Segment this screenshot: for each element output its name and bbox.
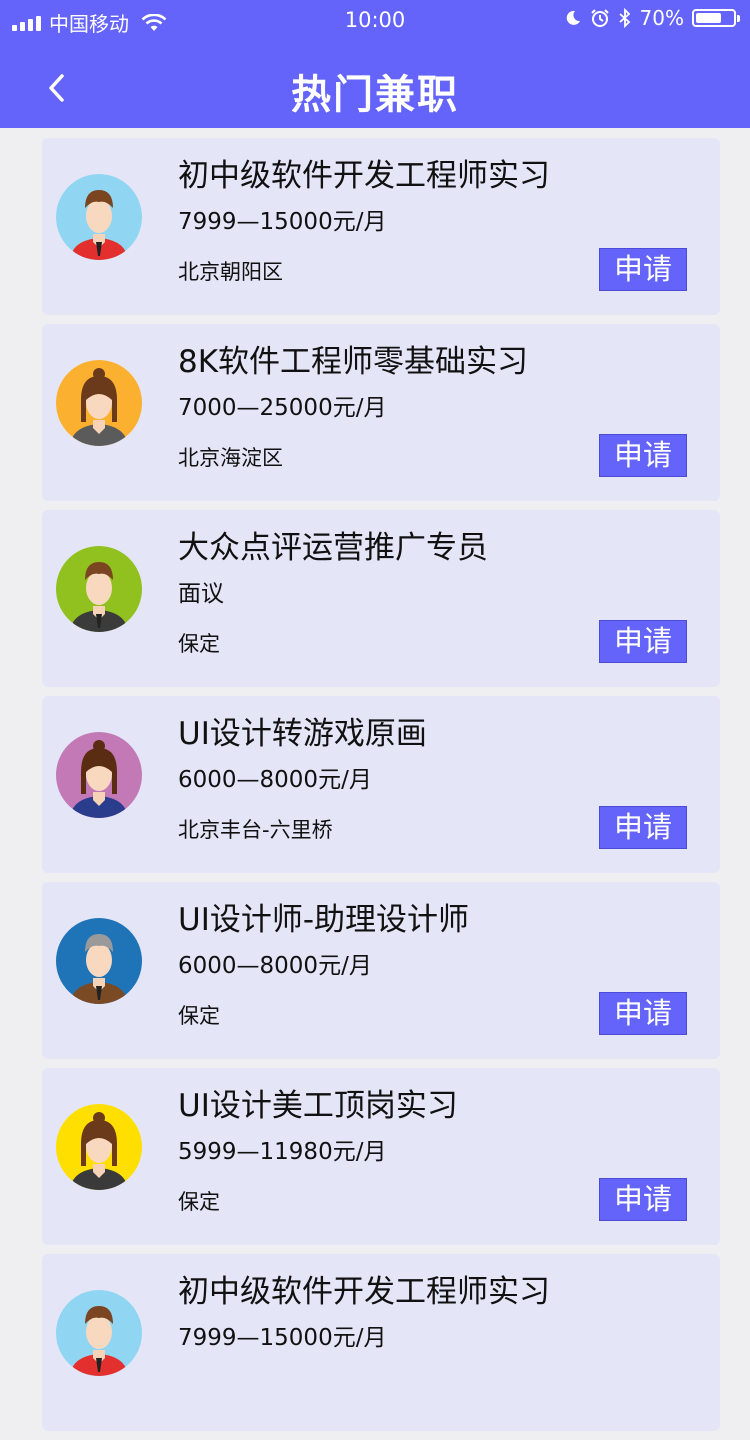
job-salary: 7999—15000元/月 <box>178 209 387 235</box>
apply-button[interactable]: 申请 <box>599 806 687 849</box>
job-card[interactable]: 大众点评运营推广专员 面议 保定 申请 <box>42 510 720 687</box>
avatar <box>56 1104 142 1190</box>
apply-button[interactable]: 申请 <box>599 1178 687 1221</box>
job-location: 北京海淀区 <box>178 446 283 470</box>
page-title: 热门兼职 <box>291 72 459 118</box>
avatar <box>56 546 142 632</box>
job-card[interactable]: UI设计美工顶岗实习 5999—11980元/月 保定 申请 <box>42 1068 720 1245</box>
job-location: 保定 <box>178 1190 220 1214</box>
job-list: 初中级软件开发工程师实习 7999—15000元/月 北京朝阳区 申请 8K软件… <box>42 138 720 1440</box>
job-card[interactable]: 初中级软件开发工程师实习 7999—15000元/月 <box>42 1254 720 1431</box>
job-location: 北京朝阳区 <box>178 260 283 284</box>
female-avatar-icon <box>70 1112 128 1190</box>
app-header: 中国移动 10:00 70% 热门兼职 <box>0 0 750 128</box>
apply-button[interactable]: 申请 <box>599 620 687 663</box>
bluetooth-icon <box>618 8 630 28</box>
alarm-icon <box>590 9 609 27</box>
job-title: 大众点评运营推广专员 <box>178 530 488 566</box>
job-title: 8K软件工程师零基础实习 <box>178 344 529 380</box>
status-bar: 中国移动 10:00 70% <box>0 0 750 40</box>
job-card[interactable]: UI设计转游戏原画 6000—8000元/月 北京丰台-六里桥 申请 <box>42 696 720 873</box>
male-avatar-icon <box>70 1306 128 1376</box>
battery-percent: 70% <box>639 6 684 30</box>
female-avatar-icon <box>70 740 128 818</box>
male-avatar-icon <box>70 934 128 1004</box>
job-title: 初中级软件开发工程师实习 <box>178 158 550 194</box>
job-card[interactable]: UI设计师-助理设计师 6000—8000元/月 保定 申请 <box>42 882 720 1059</box>
avatar <box>56 918 142 1004</box>
job-title: UI设计美工顶岗实习 <box>178 1088 458 1124</box>
moon-icon <box>566 10 580 25</box>
job-salary: 6000—8000元/月 <box>178 953 372 979</box>
male-avatar-icon <box>70 562 128 632</box>
job-salary: 6000—8000元/月 <box>178 767 372 793</box>
avatar <box>56 732 142 818</box>
job-location: 北京丰台-六里桥 <box>178 818 333 842</box>
avatar <box>56 1290 142 1376</box>
status-right: 70% <box>564 6 740 30</box>
apply-button[interactable]: 申请 <box>599 248 687 291</box>
avatar <box>56 360 142 446</box>
job-card[interactable]: 初中级软件开发工程师实习 7999—15000元/月 北京朝阳区 申请 <box>42 138 720 315</box>
job-location: 保定 <box>178 632 220 656</box>
avatar <box>56 174 142 260</box>
job-card[interactable]: 8K软件工程师零基础实习 7000—25000元/月 北京海淀区 申请 <box>42 324 720 501</box>
job-title: UI设计转游戏原画 <box>178 716 427 752</box>
job-salary: 7999—15000元/月 <box>178 1325 387 1351</box>
job-salary: 5999—11980元/月 <box>178 1139 387 1165</box>
job-title: UI设计师-助理设计师 <box>178 902 470 938</box>
job-salary: 7000—25000元/月 <box>178 395 387 421</box>
male-avatar-icon <box>70 190 128 260</box>
apply-button[interactable]: 申请 <box>599 434 687 477</box>
battery-icon <box>692 9 740 27</box>
battery-fill <box>696 13 722 23</box>
job-salary: 面议 <box>178 581 224 607</box>
job-location: 保定 <box>178 1004 220 1028</box>
female-avatar-icon <box>70 368 128 446</box>
job-title: 初中级软件开发工程师实习 <box>178 1274 550 1310</box>
apply-button[interactable]: 申请 <box>599 992 687 1035</box>
